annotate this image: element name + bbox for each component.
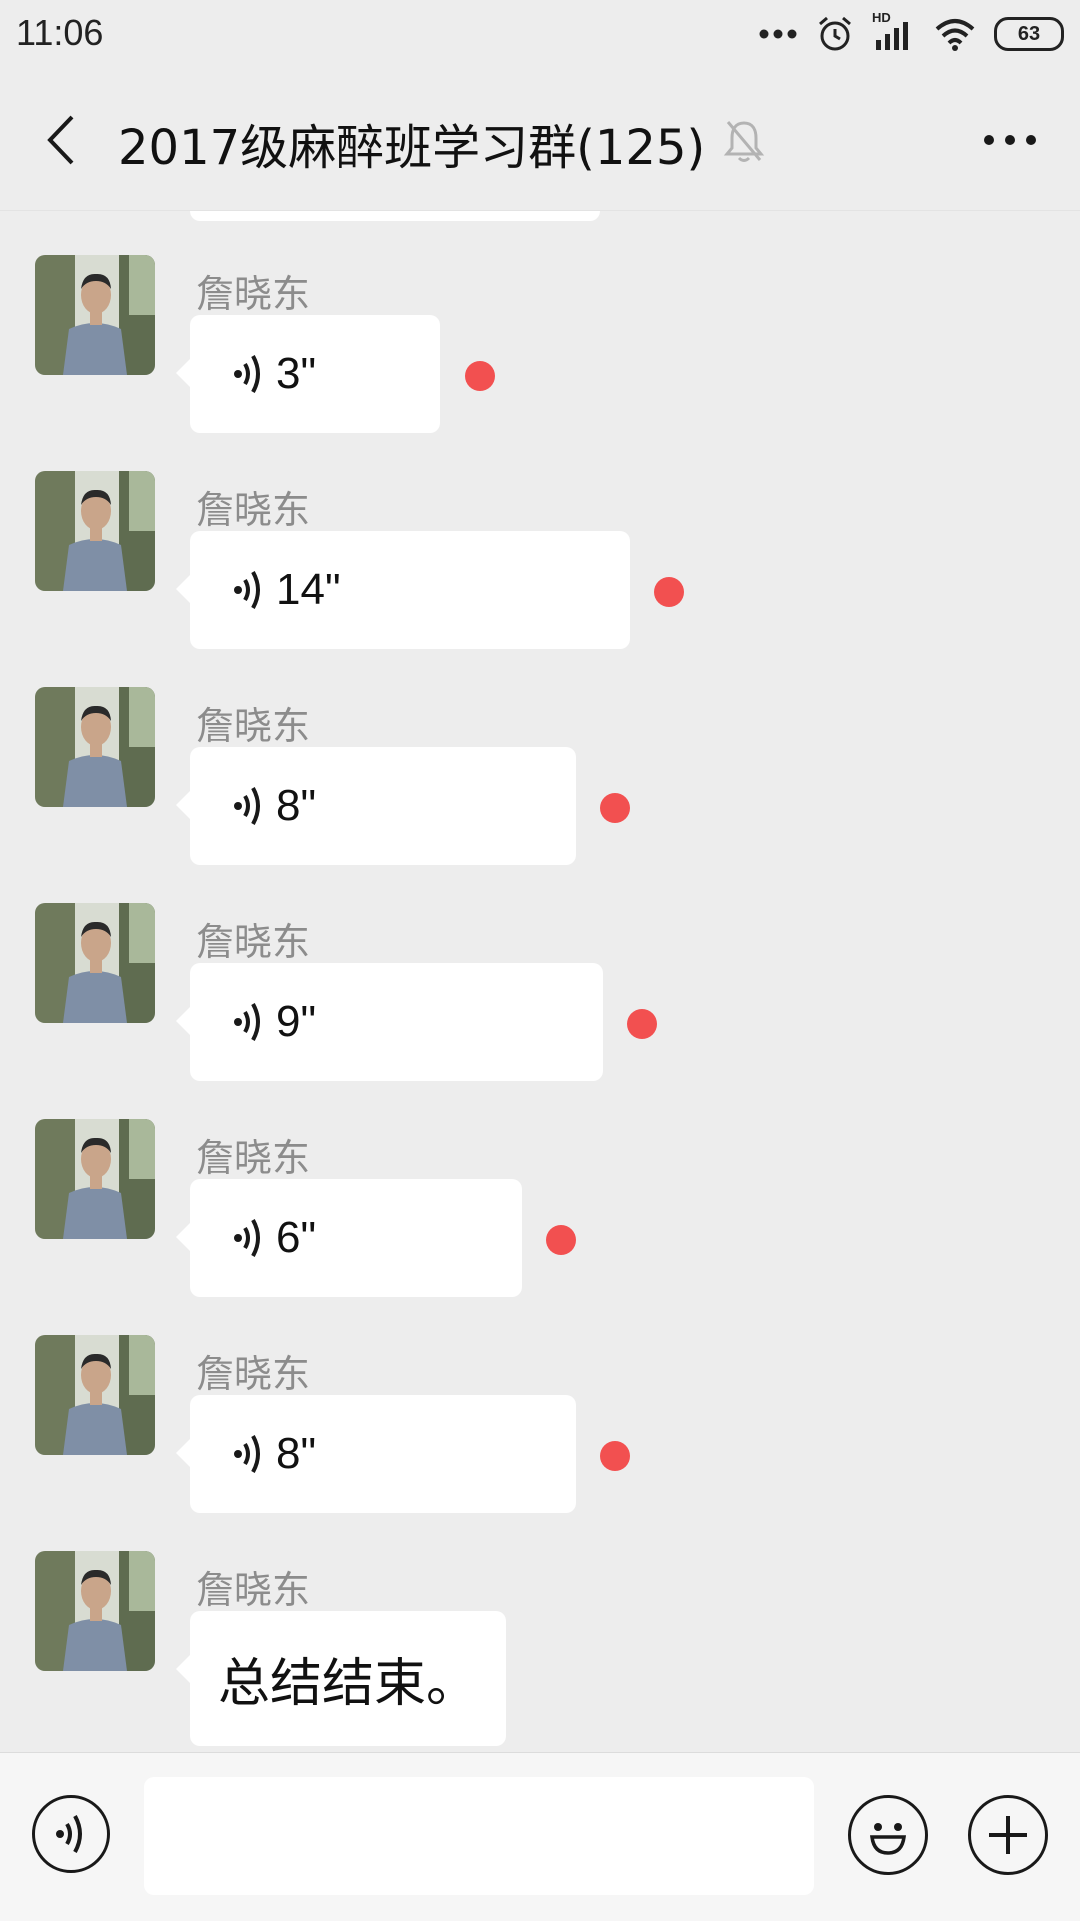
unread-dot [600, 1441, 630, 1471]
message-list[interactable]: 詹晓东 3" 詹晓东 14" 詹晓东 8" 詹晓东 9" 詹晓东 6" 詹晓东 … [0, 211, 1080, 1751]
sender-name: 詹晓东 [196, 488, 311, 532]
mute-bell-icon [722, 118, 766, 168]
unread-dot [465, 361, 495, 391]
more-dots-icon [759, 29, 797, 39]
sender-name: 詹晓东 [196, 1568, 311, 1612]
more-actions-button[interactable] [968, 1795, 1048, 1875]
voice-icon [234, 355, 260, 393]
sender-name: 詹晓东 [196, 1136, 311, 1180]
chat-header: 2017级麻醉班学习群(125) [0, 70, 1080, 211]
voice-mode-button[interactable] [32, 1795, 110, 1873]
message-item: 詹晓东 总结结束。 [0, 1551, 1080, 1751]
message-bubble-partial[interactable] [190, 211, 600, 221]
voice-icon [234, 1003, 260, 1041]
voice-duration: 14" [276, 565, 341, 614]
status-icons: HD 63 [758, 10, 1064, 56]
alarm-icon [819, 16, 851, 51]
input-bar [0, 1752, 1080, 1921]
message-item: 詹晓东 9" [0, 903, 1080, 1113]
voice-duration: 6" [276, 1213, 317, 1262]
voice-message-bubble[interactable]: 9" [176, 963, 603, 1081]
sender-name: 詹晓东 [196, 272, 311, 316]
unread-dot [654, 577, 684, 607]
voice-message-bubble[interactable]: 3" [176, 315, 440, 433]
plus-icon [989, 1816, 1027, 1854]
voice-icon [234, 787, 260, 825]
avatar[interactable] [35, 471, 155, 591]
message-item: 詹晓东 8" [0, 1335, 1080, 1545]
voice-message-bubble[interactable]: 8" [176, 1395, 576, 1513]
status-bar: 11:06 HD 63 [0, 0, 1080, 70]
back-icon [47, 115, 74, 165]
voice-message-bubble[interactable]: 6" [176, 1179, 522, 1297]
more-button[interactable] [970, 110, 1050, 170]
avatar[interactable] [35, 687, 155, 807]
more-icon [984, 135, 1036, 145]
voice-message-bubble[interactable]: 8" [176, 747, 576, 865]
text-message-bubble[interactable]: 总结结束。 [175, 1611, 507, 1746]
wifi-icon [935, 19, 975, 51]
emoji-icon [870, 1823, 906, 1855]
voice-icon [234, 571, 260, 609]
message-input[interactable] [144, 1777, 814, 1895]
message-item: 詹晓东 6" [0, 1119, 1080, 1329]
sender-name: 詹晓东 [196, 920, 311, 964]
voice-duration: 3" [276, 349, 317, 398]
avatar[interactable] [35, 255, 155, 375]
battery-level: 63 [1017, 22, 1041, 45]
voice-message-bubble[interactable]: 14" [176, 531, 630, 649]
message-item: 詹晓东 3" [0, 255, 1080, 465]
voice-duration: 8" [276, 781, 317, 830]
voice-icon [234, 1219, 260, 1257]
back-button[interactable] [30, 110, 90, 170]
unread-dot [627, 1009, 657, 1039]
chat-title: 2017级麻醉班学习群(125) [118, 120, 706, 176]
avatar[interactable] [35, 903, 155, 1023]
emoji-button[interactable] [848, 1795, 928, 1875]
battery-icon: 63 [994, 17, 1064, 51]
avatar[interactable] [35, 1335, 155, 1455]
sender-name: 詹晓东 [196, 1352, 311, 1396]
message-item: 詹晓东 8" [0, 687, 1080, 897]
voice-duration: 8" [276, 1429, 317, 1478]
voice-icon [234, 1435, 260, 1473]
sender-name: 詹晓东 [196, 704, 311, 748]
unread-dot [600, 793, 630, 823]
avatar[interactable] [35, 1551, 155, 1671]
message-item: 詹晓东 14" [0, 471, 1080, 681]
voice-duration: 9" [276, 997, 317, 1046]
voice-mode-icon [56, 1815, 82, 1853]
status-time: 11:06 [16, 12, 104, 53]
signal-icon: HD [872, 10, 916, 54]
avatar[interactable] [35, 1119, 155, 1239]
unread-dot [546, 1225, 576, 1255]
